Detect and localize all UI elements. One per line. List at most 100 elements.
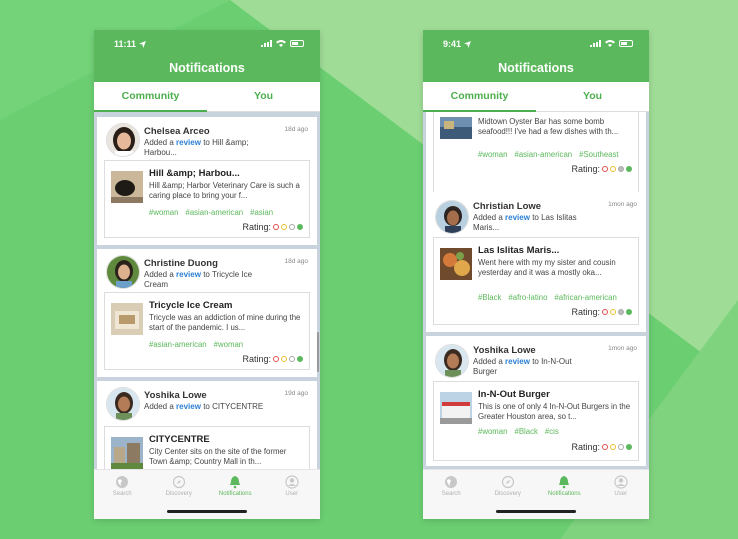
notification-feed[interactable]: Chelsea Arceo Added a review to Hill &am… <box>94 112 320 469</box>
tag[interactable]: #afro-latino <box>508 293 547 302</box>
rating-dot-icon <box>626 309 632 315</box>
wifi-icon <box>276 40 286 47</box>
place-title: In-N-Out Burger <box>478 389 550 400</box>
notification-card[interactable]: Yoshika Lowe Added a review to In-N-Out … <box>426 336 646 466</box>
review-preview[interactable]: CITYCENTRE City Center sits on the site … <box>104 426 310 469</box>
review-link[interactable]: review <box>176 138 201 147</box>
place-thumbnail <box>440 392 472 424</box>
globe-icon <box>445 476 458 488</box>
review-link[interactable]: review <box>505 357 530 366</box>
status-icons <box>261 39 304 47</box>
compass-icon <box>172 475 185 489</box>
page-title: Notifications <box>169 61 245 75</box>
review-link[interactable]: review <box>176 270 201 279</box>
tag-list: #woman #Black #cis <box>478 427 638 436</box>
tab-you[interactable]: You <box>207 82 320 111</box>
avatar[interactable] <box>435 344 469 378</box>
review-preview[interactable]: Tricycle Ice Cream Tricycle was an addic… <box>104 292 310 370</box>
notification-card[interactable]: Christian Lowe Added a review to Las Isl… <box>426 192 646 332</box>
place-title: Tricycle Ice Cream <box>149 300 233 311</box>
place-thumbnail <box>111 437 143 469</box>
place-thumbnail <box>440 117 472 139</box>
user-name[interactable]: Yoshika Lowe <box>144 390 207 401</box>
place-thumbnail <box>111 171 143 203</box>
rating-label: Rating: <box>242 354 271 364</box>
notification-feed[interactable]: Midtown Oyster Bar has some bomb seafood… <box>423 112 649 469</box>
notification-card[interactable]: Chelsea Arceo Added a review to Hill &am… <box>97 117 317 245</box>
phone-screen-left: 11:11 Notifications Community You Chelse… <box>94 30 320 519</box>
review-preview[interactable]: In-N-Out Burger This is one of only 4 In… <box>433 381 639 461</box>
avatar[interactable] <box>435 200 469 234</box>
notification-action: Added a review to Hill &amp; Harbou... <box>144 138 249 157</box>
avatar[interactable] <box>106 387 140 421</box>
rating-label: Rating: <box>571 307 600 317</box>
rating-dot-icon <box>602 444 608 450</box>
rating-dot-icon <box>289 224 295 230</box>
avatar[interactable] <box>106 255 140 289</box>
tag[interactable]: #woman <box>478 427 507 436</box>
review-snippet: City Center sits on the site of the form… <box>149 447 287 466</box>
tag[interactable]: #woman <box>149 208 178 217</box>
location-arrow-icon <box>139 40 147 48</box>
tag[interactable]: #Black <box>478 293 501 302</box>
rating: Rating: <box>242 354 303 364</box>
tag-list: #woman #asian-american #Southeast <box>478 150 638 159</box>
rating-dot-icon <box>281 224 287 230</box>
tag[interactable]: #Black <box>514 427 537 436</box>
user-name[interactable]: Christine Duong <box>144 258 218 269</box>
nav-user[interactable]: User <box>264 470 321 519</box>
rating-dot-icon <box>602 309 608 315</box>
timestamp: 19d ago <box>284 390 309 397</box>
avatar-photo <box>436 201 468 233</box>
tag[interactable]: #woman <box>478 150 507 159</box>
review-snippet: Hill &amp; Harbor Veterinary Care is suc… <box>149 181 300 200</box>
review-link[interactable]: review <box>505 213 530 222</box>
scrollbar[interactable] <box>317 332 319 372</box>
review-preview[interactable]: Las Islitas Maris... Went here with my m… <box>433 237 639 325</box>
avatar-photo <box>436 345 468 377</box>
globe-icon <box>116 476 129 488</box>
tag[interactable]: #cis <box>545 427 559 436</box>
bell-icon <box>230 476 241 489</box>
tag[interactable]: #Southeast <box>579 150 618 159</box>
nav-user[interactable]: User <box>593 470 650 519</box>
avatar-photo <box>107 124 139 156</box>
tab-community[interactable]: Community <box>94 82 207 112</box>
home-indicator <box>496 510 576 513</box>
user-name[interactable]: Christian Lowe <box>473 201 541 212</box>
location-arrow-icon <box>464 40 472 48</box>
review-snippet: This is one of only 4 In-N-Out Burgers i… <box>478 402 631 421</box>
tag[interactable]: #asian <box>250 208 273 217</box>
review-preview[interactable]: Hill &amp; Harbou... Hill &amp; Harbor V… <box>104 160 310 238</box>
tag[interactable]: #asian-american <box>514 150 572 159</box>
user-name[interactable]: Yoshika Lowe <box>473 345 536 356</box>
rating-dot-icon <box>610 166 616 172</box>
user-name[interactable]: Chelsea Arceo <box>144 126 210 137</box>
review-link[interactable]: review <box>176 402 201 411</box>
avatar[interactable] <box>106 123 140 157</box>
tab-community[interactable]: Community <box>423 82 536 112</box>
tag[interactable]: #african-american <box>554 293 616 302</box>
rating-label: Rating: <box>242 222 271 232</box>
notification-card[interactable]: Christine Duong Added a review to Tricyc… <box>97 249 317 377</box>
tag-list: #Black #afro-latino #african-american <box>478 293 638 302</box>
tag[interactable]: #asian-american <box>185 208 243 217</box>
rating-dot-icon <box>273 224 279 230</box>
rating-dot-icon <box>618 444 624 450</box>
home-indicator <box>167 510 247 513</box>
notification-action: Added a review to In-N-Out Burger <box>473 357 572 376</box>
status-icons <box>590 39 633 47</box>
user-icon <box>285 475 299 489</box>
tag-list: #woman #asian-american #asian <box>149 208 309 217</box>
tag[interactable]: #woman <box>214 340 243 349</box>
compass-icon <box>501 475 514 489</box>
timestamp: 1mon ago <box>608 345 637 352</box>
tag[interactable]: #asian-american <box>149 340 207 349</box>
nav-search[interactable]: Search <box>94 470 151 519</box>
user-icon <box>614 475 628 489</box>
notification-card[interactable]: Yoshika Lowe Added a review to CITYCENTR… <box>97 381 317 469</box>
tab-you[interactable]: You <box>536 82 649 111</box>
rating: Rating: <box>242 222 303 232</box>
page-title: Notifications <box>498 61 574 75</box>
nav-search[interactable]: Search <box>423 470 480 519</box>
